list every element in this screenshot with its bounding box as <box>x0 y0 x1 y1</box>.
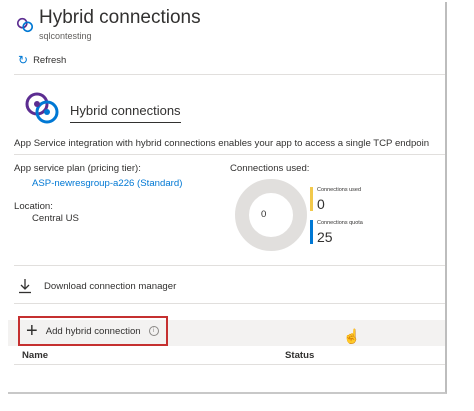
table-header-divider <box>14 364 445 365</box>
column-header-name[interactable]: Name <box>22 350 48 361</box>
legend-quota-value: 25 <box>317 229 333 245</box>
download-connection-manager-button[interactable]: Download connection manager <box>18 278 176 294</box>
section-description: App Service integration with hybrid conn… <box>14 138 430 149</box>
refresh-label: Refresh <box>33 54 67 66</box>
legend-quota-label: Connections quota <box>317 220 363 226</box>
toolbar-divider <box>14 74 445 75</box>
download-divider <box>14 303 445 304</box>
donut-center-value: 0 <box>261 209 267 220</box>
hybrid-connections-icon <box>25 92 59 124</box>
refresh-icon: ↻ <box>18 53 29 67</box>
info-icon[interactable]: i <box>148 326 159 336</box>
section-divider <box>14 154 445 155</box>
column-header-status[interactable]: Status <box>285 350 314 361</box>
add-hybrid-connection-button[interactable]: + Add hybrid connection i <box>18 316 168 346</box>
hybrid-connections-blade: Hybrid connections sqlcontesting ↻ Refre… <box>8 2 447 394</box>
connections-label: Connections used: <box>230 163 310 174</box>
plan-label: App service plan (pricing tier): <box>14 163 141 174</box>
download-label: Download connection manager <box>44 280 177 292</box>
connections-donut-chart <box>235 179 307 251</box>
location-label: Location: <box>14 201 53 212</box>
mouse-pointer-icon: ☝ <box>343 328 361 344</box>
section-title: Hybrid connections <box>70 103 181 123</box>
hybrid-connection-icon <box>16 17 34 33</box>
summary-divider <box>14 265 445 266</box>
legend-used-label: Connections used <box>317 187 362 193</box>
download-icon <box>19 279 31 294</box>
legend-quota-bar <box>310 220 313 244</box>
refresh-button[interactable]: ↻ Refresh <box>18 54 66 66</box>
legend-used-bar <box>310 187 313 211</box>
location-value: Central US <box>32 213 79 224</box>
plus-icon: + <box>26 320 38 342</box>
legend-used-value: 0 <box>317 196 325 212</box>
plan-link[interactable]: ASP-newresgroup-a226 (Standard) <box>32 178 182 189</box>
page-title: Hybrid connections <box>39 7 201 28</box>
page-subtitle: sqlcontesting <box>39 31 92 41</box>
add-label: Add hybrid connection <box>45 325 141 337</box>
